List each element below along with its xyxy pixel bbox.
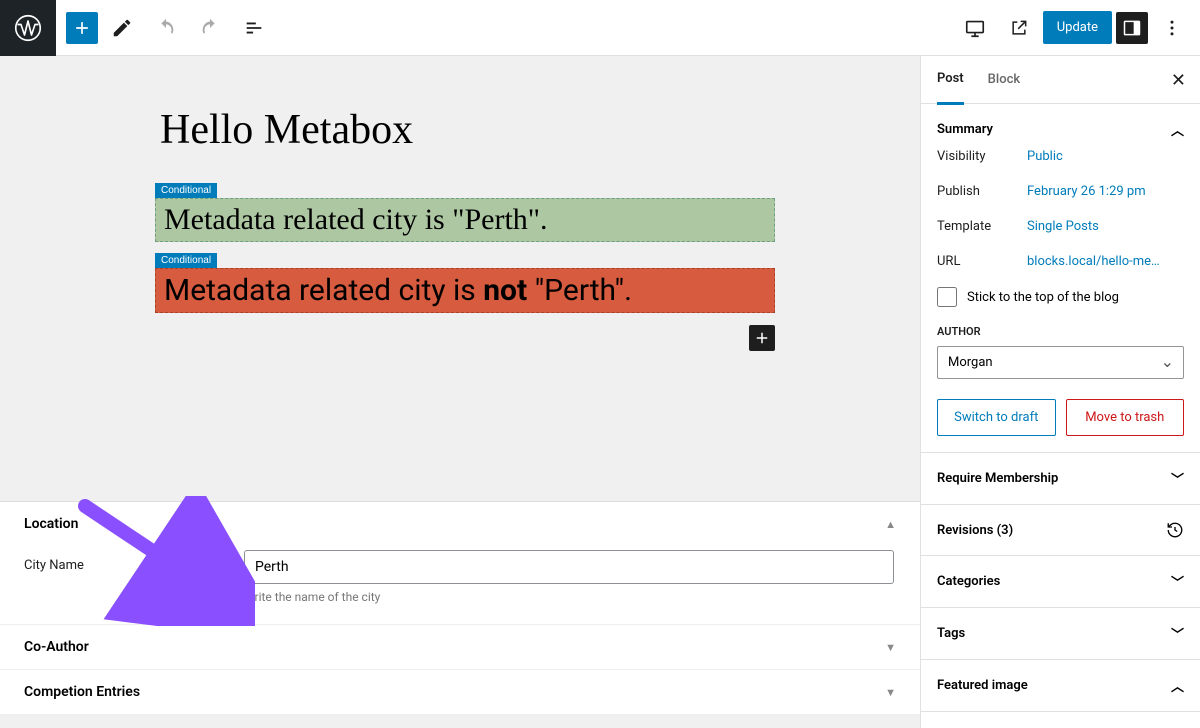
document-outline-icon[interactable] [234,8,274,48]
undo-icon [146,8,186,48]
conditional-block-false[interactable]: Metadata related city is not "Perth". [155,268,775,313]
tab-post[interactable]: Post [937,56,964,105]
stick-top-label: Stick to the top of the blog [967,290,1119,305]
url-label: URL [937,254,1027,269]
conditional-block-label: Conditional [155,253,217,268]
redo-icon [190,8,230,48]
post-title[interactable]: Hello Metabox [160,106,920,154]
url-value[interactable]: blocks.local/hello-me… [1027,254,1160,269]
move-to-trash-button[interactable]: Move to trash [1066,399,1185,436]
history-icon [1166,521,1184,539]
conditional-block-label: Conditional [155,183,217,198]
metabox-coauthor-header[interactable]: Co-Author ▼ [0,625,920,669]
visibility-label: Visibility [937,149,1027,164]
chevron-down-icon: ﹀ [1171,624,1184,643]
template-value[interactable]: Single Posts [1027,219,1099,234]
chevron-down-icon: ﹀ [1171,469,1184,488]
city-name-label: City Name [24,550,244,573]
city-name-description: Write the name of the city [244,590,894,604]
settings-panel-toggle-icon[interactable] [1116,12,1148,44]
switch-to-draft-button[interactable]: Switch to draft [937,399,1056,436]
wordpress-logo[interactable] [0,0,56,56]
stick-top-input[interactable] [937,287,957,307]
author-heading: AUTHOR [937,325,1184,338]
visibility-value[interactable]: Public [1027,149,1063,164]
city-name-input[interactable] [244,550,894,584]
metabox-competion-header[interactable]: Competion Entries ▼ [0,670,920,714]
panel-categories[interactable]: Categories ﹀ [921,556,1200,608]
conditional-block-true[interactable]: Metadata related city is "Perth". [155,198,775,242]
add-block-inline-button[interactable] [749,325,775,351]
add-block-button[interactable] [66,12,98,44]
view-post-icon[interactable] [999,8,1039,48]
summary-panel-header[interactable]: Summary ︿ [937,120,1184,139]
chevron-down-icon: ﹀ [1171,572,1184,591]
update-button[interactable]: Update [1043,11,1112,44]
panel-revisions[interactable]: Revisions (3) [921,505,1200,556]
more-options-icon[interactable] [1152,8,1192,48]
caret-down-icon: ▼ [885,641,896,654]
caret-up-icon: ▲ [885,518,896,531]
publish-label: Publish [937,184,1027,199]
preview-desktop-icon[interactable] [955,8,995,48]
template-label: Template [937,219,1027,234]
panel-featured-image[interactable]: Featured image ︿ [921,660,1200,712]
chevron-up-icon: ︿ [1171,120,1184,139]
close-icon[interactable]: ✕ [1171,70,1186,91]
caret-down-icon: ▼ [885,686,896,699]
metabox-location: Location ▲ City Name Write the name of t… [0,502,920,625]
stick-top-checkbox[interactable]: Stick to the top of the blog [937,279,1184,319]
publish-value[interactable]: February 26 1:29 pm [1027,184,1146,199]
author-select[interactable]: Morgan [937,346,1184,379]
tab-block[interactable]: Block [988,56,1020,103]
metabox-location-header[interactable]: Location ▲ [0,502,920,546]
panel-require-membership[interactable]: Require Membership ﹀ [921,453,1200,505]
chevron-up-icon: ︿ [1171,676,1184,695]
panel-tags[interactable]: Tags ﹀ [921,608,1200,660]
edit-mode-icon[interactable] [102,8,142,48]
